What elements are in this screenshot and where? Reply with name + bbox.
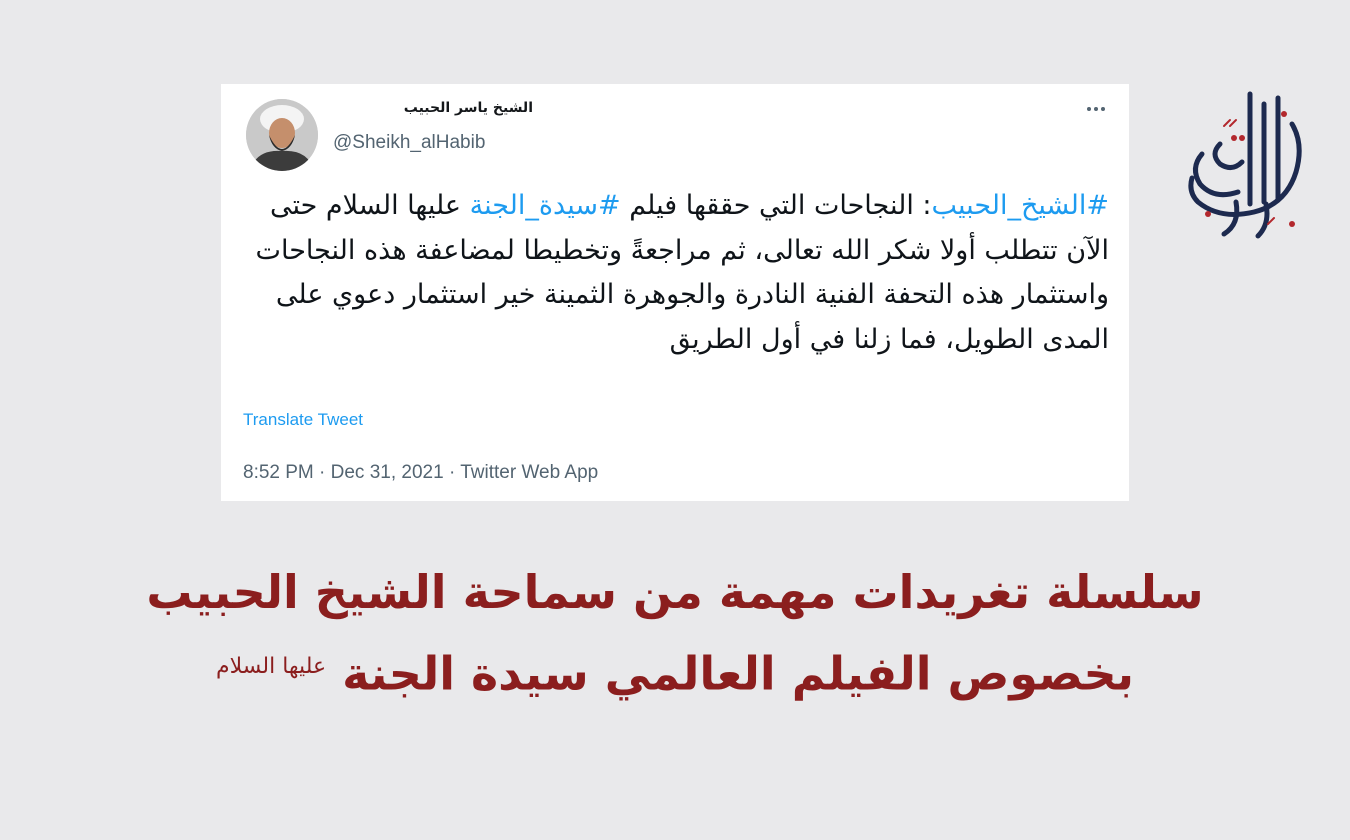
headline-line-1: سلسلة تغريدات مهمة من سماحة الشيخ الحبيب	[146, 565, 1204, 619]
calligraphy-logo	[1180, 84, 1316, 244]
tweet-text: #الشيخ_الحبيب: النجاحات التي حققها فيلم …	[243, 184, 1109, 362]
translate-tweet-link[interactable]: Translate Tweet	[243, 410, 363, 430]
dot	[1087, 107, 1091, 111]
headline-line-2-text: بخصوص الفيلم العالمي سيدة الجنة	[342, 646, 1134, 701]
tweet-timestamp[interactable]: 8:52 PM · Dec 31, 2021 · Twitter Web App	[243, 462, 598, 484]
more-options-icon[interactable]	[1083, 96, 1109, 122]
headline-line-2: بخصوص الفيلم العالمي سيدة الجنة عليها ال…	[80, 632, 1270, 708]
tweet-text-part: : النجاحات التي حققها فيلم	[620, 190, 932, 221]
author-avatar[interactable]	[246, 99, 318, 171]
author-name[interactable]: الشيخ ياسر الحبيب	[333, 100, 533, 116]
hashtag-sheikh-alhabib[interactable]: #الشيخ_الحبيب	[932, 190, 1109, 221]
dot	[1101, 107, 1105, 111]
tweet-card: الشيخ ياسر الحبيب @Sheikh_alHabib #الشيخ…	[221, 84, 1129, 501]
author-handle[interactable]: @Sheikh_alHabib	[333, 132, 485, 154]
honorific-symbol: عليها السلام	[216, 654, 327, 679]
hashtag-lady-of-heaven[interactable]: #سيدة_الجنة	[470, 190, 621, 221]
dot	[1094, 107, 1098, 111]
